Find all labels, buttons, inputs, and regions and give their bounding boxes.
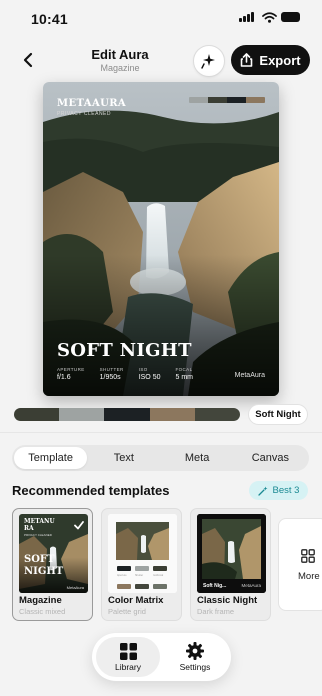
- photo-preview-card[interactable]: METAAURA PRIVACY CLEANED SOFT NIGHT APER…: [43, 82, 279, 396]
- template-thumb: METANU RA PRIVACY CLEANED SOFT NIGHT Met…: [19, 514, 88, 593]
- share-icon: [241, 53, 253, 67]
- card-headline: SOFT NIGHT: [57, 340, 192, 361]
- template-name: Magazine: [19, 595, 62, 606]
- card-meta-row: APERTURE f/1.6 SHUTTER 1/950s ISO ISO 50 FO…: [57, 367, 193, 381]
- palette-swatch[interactable]: [194, 408, 240, 421]
- template-card-classic-night[interactable]: Soft Nig... MetaAura Classic Night Dark …: [190, 508, 271, 621]
- nav-settings[interactable]: Settings: [163, 637, 227, 677]
- meta-aperture: APERTURE f/1.6: [57, 367, 85, 381]
- template-card-color-matrix[interactable]: Aperture Shutter Iso/Focal Color Matrix …: [101, 508, 182, 621]
- palette-swatch[interactable]: [59, 408, 105, 421]
- bottom-nav: Library Settings: [92, 633, 231, 681]
- card-palette-swatch: [189, 97, 208, 103]
- card-brand-sub: PRIVACY CLEANED: [57, 111, 111, 117]
- more-label: More: [298, 571, 320, 582]
- template-card-magazine[interactable]: METANU RA PRIVACY CLEANED SOFT NIGHT Met…: [12, 508, 93, 621]
- battery-icon: [281, 12, 300, 22]
- grid-icon: [301, 549, 315, 563]
- grid-icon: [119, 642, 137, 660]
- nav-library[interactable]: Library: [96, 637, 160, 677]
- checkmark-icon: [74, 521, 84, 530]
- template-thumb: Soft Nig... MetaAura: [197, 514, 266, 593]
- divider: [0, 432, 322, 433]
- card-palette-swatch: [208, 97, 227, 103]
- nav-library-label: Library: [115, 661, 141, 672]
- template-desc: Palette grid: [108, 607, 146, 616]
- tab-meta[interactable]: Meta: [161, 447, 234, 469]
- thumb-headline: SOFT NIGHT: [24, 554, 64, 577]
- card-palette-swatch: [227, 97, 246, 103]
- thumb-right-caption: MetaAura: [241, 583, 261, 588]
- status-time: 10:41: [31, 11, 68, 27]
- color-palette-strip[interactable]: [14, 408, 240, 421]
- nav-settings-label: Settings: [179, 662, 211, 672]
- tab-text[interactable]: Text: [87, 447, 160, 469]
- back-button[interactable]: [18, 50, 38, 70]
- template-desc: Classic mixed: [19, 607, 66, 616]
- magic-button[interactable]: [193, 45, 225, 77]
- export-button[interactable]: Export: [231, 45, 310, 75]
- card-mini-palette: [189, 97, 265, 103]
- template-name: Color Matrix: [108, 595, 164, 606]
- thumb-brand-sub: PRIVACY CLEANED: [24, 533, 52, 537]
- tab-canvas[interactable]: Canvas: [234, 447, 307, 469]
- palette-swatch[interactable]: [104, 408, 150, 421]
- card-footer-brand: MetaAura: [234, 372, 265, 379]
- editor-tabs: Template Text Meta Canvas: [12, 445, 309, 471]
- card-brand: METAAURA: [57, 98, 127, 109]
- palette-swatch[interactable]: [14, 408, 60, 421]
- template-name: Classic Night: [197, 595, 258, 606]
- meta-iso: ISO ISO 50: [138, 367, 161, 381]
- recommended-title: Recommended templates: [12, 483, 170, 498]
- thumb-left-caption: Soft Nig...: [203, 583, 227, 589]
- template-desc: Dark frame: [197, 607, 235, 616]
- page-subtitle: Magazine: [100, 63, 140, 73]
- tab-template[interactable]: Template: [14, 447, 88, 469]
- meta-focal: FOCAL 5 mm: [175, 367, 193, 381]
- page-title: Edit Aura: [91, 47, 149, 62]
- export-label: Export: [259, 52, 301, 68]
- thumb-label-iso: Iso/Focal: [153, 574, 164, 577]
- signal-icon: [239, 12, 254, 22]
- thumb-brand: METANU RA: [24, 518, 55, 532]
- thumb-label-aperture: Aperture: [117, 574, 127, 577]
- magic-wand-icon: [257, 486, 268, 496]
- card-palette-swatch: [246, 97, 265, 103]
- sparkle-wand-icon: [201, 54, 215, 69]
- status-bar: 10:41: [0, 0, 322, 40]
- meta-shutter: SHUTTER 1/950s: [99, 367, 124, 381]
- thumb-footer: MetaAura: [66, 585, 84, 590]
- gear-icon: [186, 642, 204, 660]
- more-templates-button[interactable]: More: [278, 518, 322, 611]
- best-badge[interactable]: Best 3: [249, 481, 308, 500]
- template-thumb: Aperture Shutter Iso/Focal: [108, 514, 177, 593]
- thumb-label-shutter: Shutter: [135, 574, 144, 577]
- palette-swatch[interactable]: [149, 408, 195, 421]
- chevron-left-icon: [23, 52, 33, 68]
- palette-name-chip[interactable]: Soft Night: [248, 404, 308, 425]
- wifi-icon: [262, 12, 277, 23]
